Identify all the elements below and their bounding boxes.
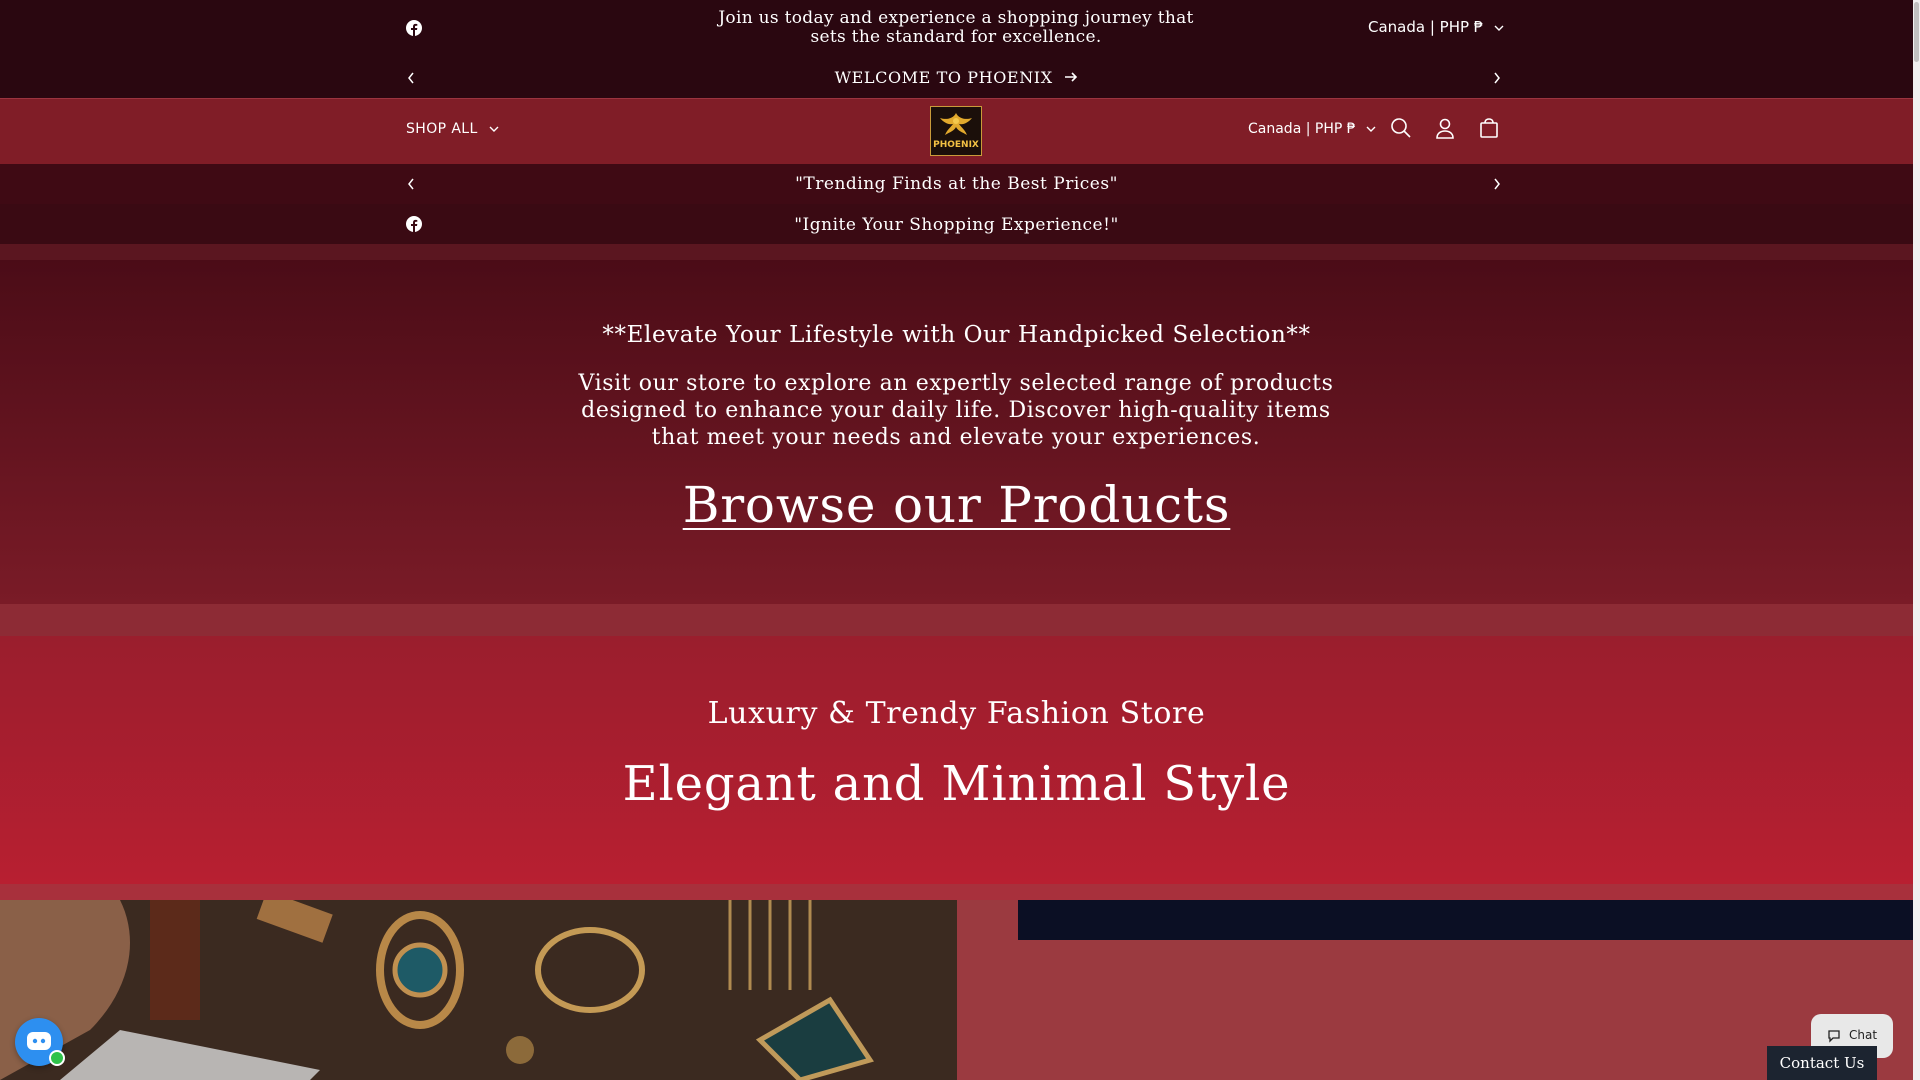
- chevron-down-icon: [1366, 126, 1376, 132]
- divider-strip: [0, 244, 1913, 260]
- welcome-link[interactable]: WELCOME TO PHOENIX: [0, 68, 1913, 87]
- region-label: Canada | PHP ₱: [1368, 18, 1484, 36]
- page-scrollbar[interactable]: [1913, 0, 1920, 1080]
- contact-us-label: Contact Us: [1779, 1054, 1865, 1072]
- region-selector[interactable]: Canada | PHP ₱: [1368, 18, 1504, 36]
- dark-banner: [1018, 900, 1913, 940]
- jewelry-illustration: [0, 900, 957, 1080]
- shop-all-menu[interactable]: SHOP ALL: [406, 121, 499, 137]
- divider-strip: [0, 604, 1913, 636]
- account-icon[interactable]: [1434, 117, 1456, 143]
- shop-all-label: SHOP ALL: [406, 121, 478, 137]
- chevron-down-icon: [489, 126, 499, 132]
- divider-strip: [0, 884, 1913, 900]
- browse-products-label: Browse our Products: [682, 476, 1231, 534]
- fashion-subtitle: Luxury & Trendy Fashion Store: [707, 696, 1206, 731]
- message-icon: [1828, 1030, 1840, 1043]
- contact-us-button[interactable]: Contact Us: [1767, 1046, 1877, 1080]
- hero-paragraph: Visit our store to explore an expertly s…: [578, 371, 1334, 450]
- scrollbar-thumb[interactable]: [1914, 2, 1919, 62]
- next-arrow-icon[interactable]: [1492, 176, 1502, 196]
- trending-text: "Trending Finds at the Best Prices": [795, 174, 1118, 194]
- welcome-text: WELCOME TO PHOENIX: [834, 68, 1053, 87]
- facebook-icon[interactable]: [406, 20, 422, 40]
- ignite-announcement: "Ignite Your Shopping Experience!": [0, 204, 1913, 244]
- messenger-chat-bubble[interactable]: [15, 1018, 65, 1066]
- promo-text: Join us today and experience a shopping …: [718, 8, 1194, 47]
- browse-products-link[interactable]: Browse our Products: [0, 476, 1913, 534]
- header-region-label: Canada | PHP ₱: [1248, 121, 1356, 137]
- fashion-title: Elegant and Minimal Style: [622, 756, 1291, 812]
- online-status-dot: [49, 1050, 65, 1066]
- hero-heading: **Elevate Your Lifestyle with Our Handpi…: [602, 322, 1311, 348]
- chat-label: Chat: [1849, 1028, 1878, 1042]
- welcome-slider: WELCOME TO PHOENIX: [0, 60, 1913, 98]
- hero-section: **Elevate Your Lifestyle with Our Handpi…: [0, 260, 1913, 604]
- next-arrow-icon[interactable]: [1492, 70, 1502, 90]
- search-icon[interactable]: [1390, 117, 1412, 143]
- header-region-selector[interactable]: Canada | PHP ₱: [1248, 121, 1376, 137]
- arrow-right-icon: [1065, 72, 1078, 82]
- trending-announcement: "Trending Finds at the Best Prices": [0, 164, 1913, 205]
- ignite-text: "Ignite Your Shopping Experience!": [794, 215, 1119, 235]
- site-logo[interactable]: PHOENIX: [930, 106, 982, 156]
- site-header: SHOP ALL PHOENIX Canada | PHP ₱: [0, 98, 1913, 165]
- top-announcement-bar: Join us today and experience a shopping …: [0, 0, 1913, 98]
- fashion-section: Luxury & Trendy Fashion Store Elegant an…: [0, 636, 1913, 884]
- cart-icon[interactable]: [1478, 117, 1500, 143]
- logo-text: PHOENIX: [933, 140, 979, 150]
- jewelry-product-image[interactable]: [0, 900, 957, 1080]
- chevron-down-icon: [1494, 25, 1504, 31]
- featured-area: [0, 900, 1913, 1080]
